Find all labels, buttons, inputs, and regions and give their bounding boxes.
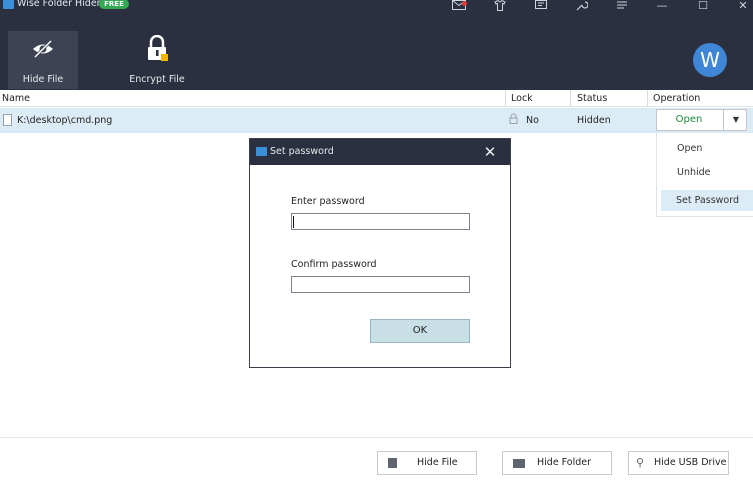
encrypt-file-tool-label: Encrypt File [129,74,185,85]
column-lock[interactable]: Lock [509,90,569,107]
enter-password-label: Enter password [291,196,365,207]
dialog-close-button[interactable]: ✕ [481,139,499,165]
column-divider [647,90,648,107]
column-divider [505,90,506,107]
table-header: Name Lock Status Operation [0,90,753,107]
lock-status-icon [509,113,518,124]
app-header [0,0,753,90]
column-name[interactable]: Name [0,90,505,107]
operation-dropdown[interactable]: Open ▼ [656,109,747,131]
confirm-password-field[interactable] [291,276,470,293]
menu-icon[interactable] [614,0,630,12]
file-icon [3,114,12,126]
footer-divider [0,437,753,438]
shirt-icon[interactable] [492,0,508,12]
usb-icon: ⚲ [636,456,645,469]
ok-button[interactable]: OK [370,319,470,343]
close-button[interactable]: ✕ [735,0,751,12]
table-row[interactable]: K:\desktop\cmd.png No Hidden [0,108,753,133]
notification-dot [462,1,467,6]
chat-icon[interactable] [533,0,549,12]
chevron-down-icon[interactable]: ▼ [723,110,748,130]
dialog-app-icon [256,147,267,156]
hide-file-tool[interactable]: Hide File [8,31,78,89]
column-status[interactable]: Status [575,90,645,107]
column-divider [570,90,571,107]
row-name: K:\desktop\cmd.png [17,115,113,126]
hide-file-button-label: Hide File [417,457,458,468]
folder-icon [513,459,525,468]
wrench-icon[interactable] [574,0,590,12]
text-cursor [293,216,294,228]
hide-folder-button-label: Hide Folder [537,457,592,468]
dialog-title: Set password [270,146,334,157]
minimize-button[interactable]: — [654,0,670,12]
confirm-password-label: Confirm password [291,259,377,270]
menu-item-unhide[interactable]: Unhide [661,162,753,183]
hide-file-button[interactable]: Hide File [377,451,477,475]
operation-value[interactable]: Open [657,110,721,130]
column-operation[interactable]: Operation [651,90,751,107]
hide-folder-button[interactable]: Hide Folder [502,451,612,475]
hide-file-tool-label: Hide File [22,74,64,85]
row-lock: No [526,115,539,126]
hide-usb-button[interactable]: ⚲ Hide USB Drive [628,451,729,475]
hide-eye-icon [33,39,53,59]
avatar[interactable]: W [693,43,727,77]
lock-icon [148,35,168,61]
app-title: Wise Folder Hider [17,0,101,9]
encrypt-file-tool[interactable]: Encrypt File [122,31,192,89]
menu-item-set-password[interactable]: Set Password [661,190,753,211]
file-icon [388,458,397,468]
app-logo-icon [3,0,14,9]
row-status: Hidden [577,115,611,126]
free-badge: FREE [99,0,129,9]
menu-item-open[interactable]: Open [661,138,753,159]
enter-password-field[interactable] [291,213,470,230]
maximize-button[interactable]: ☐ [695,0,711,12]
hide-usb-button-label: Hide USB Drive [654,457,727,468]
